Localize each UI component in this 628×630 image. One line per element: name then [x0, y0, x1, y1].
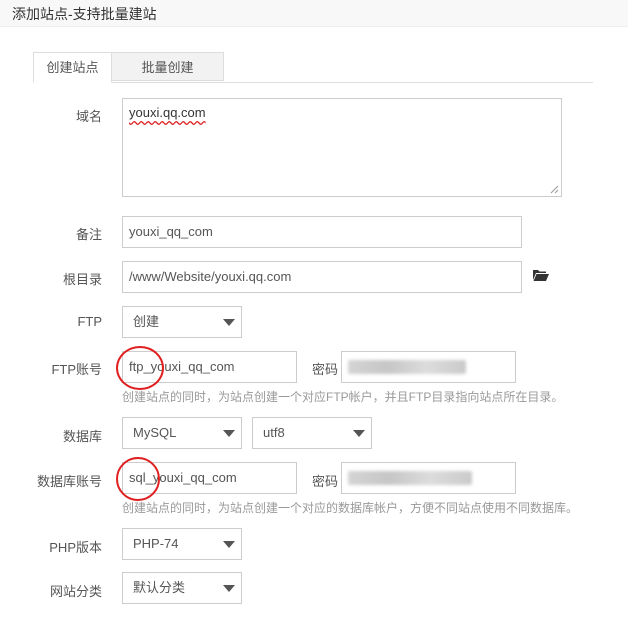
annotation-circle — [116, 346, 164, 390]
annotation-circle — [116, 457, 160, 501]
chevron-down-icon — [223, 319, 235, 326]
root-dir-input[interactable]: /www/Website/youxi.qq.com — [122, 261, 522, 293]
domain-label: 域名 — [75, 109, 102, 124]
db-hint: 创建站点的同时，为站点创建一个对应的数据库帐户，方便不同站点使用不同数据库。 — [122, 501, 579, 515]
database-type-select[interactable]: MySQL — [122, 417, 242, 449]
chevron-down-icon — [353, 430, 365, 437]
database-type-value: MySQL — [133, 425, 177, 440]
php-version-value: PHP-74 — [133, 536, 179, 551]
chevron-down-icon — [223, 541, 235, 548]
php-version-label: PHP版本 — [49, 540, 102, 555]
db-password-input[interactable] — [341, 462, 516, 494]
ftp-select-value: 创建 — [133, 314, 160, 329]
ftp-label: FTP — [77, 314, 102, 329]
database-charset-value: utf8 — [263, 425, 285, 440]
ftp-hint: 创建站点的同时，为站点创建一个对应FTP帐户，并且FTP目录指向站点所在目录。 — [122, 390, 564, 404]
window-title: 添加站点-支持批量建站 — [12, 6, 157, 22]
chevron-down-icon — [223, 585, 235, 592]
domain-value: youxi.qq.com — [129, 105, 206, 120]
redacted-password — [348, 471, 472, 485]
site-category-select[interactable]: 默认分类 — [122, 572, 242, 604]
php-version-select[interactable]: PHP-74 — [122, 528, 242, 560]
site-category-value: 默认分类 — [133, 580, 186, 595]
database-charset-select[interactable]: utf8 — [252, 417, 372, 449]
domain-textarea[interactable]: youxi.qq.com — [122, 98, 562, 197]
tab-create-site[interactable]: 创建站点 — [33, 52, 112, 83]
db-account-label: 数据库账号 — [36, 474, 102, 489]
redacted-password — [348, 360, 466, 374]
chevron-down-icon — [223, 430, 235, 437]
window-titlebar: 添加站点-支持批量建站 — [0, 0, 628, 27]
tab-batch-create[interactable]: 批量创建 — [112, 52, 224, 81]
ftp-password-label: 密码 — [312, 362, 339, 377]
folder-open-icon[interactable] — [532, 268, 550, 282]
tab-bar: 创建站点 批量创建 — [33, 52, 593, 83]
root-dir-label: 根目录 — [62, 272, 102, 287]
resize-handle-icon[interactable] — [550, 185, 559, 194]
ftp-password-input[interactable] — [341, 351, 516, 383]
database-label: 数据库 — [62, 429, 102, 444]
ftp-account-label: FTP账号 — [51, 362, 102, 377]
ftp-select[interactable]: 创建 — [122, 306, 242, 338]
remark-label: 备注 — [75, 227, 102, 242]
db-password-label: 密码 — [312, 474, 339, 489]
site-category-label: 网站分类 — [49, 584, 102, 599]
remark-input[interactable]: youxi_qq_com — [122, 216, 522, 248]
